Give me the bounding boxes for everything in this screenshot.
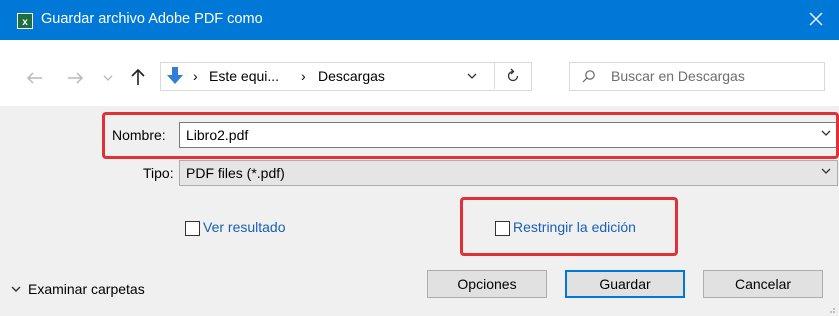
save-button-label: Guardar xyxy=(599,276,651,292)
refresh-button[interactable] xyxy=(494,62,531,89)
restrict-edit-checkbox[interactable] xyxy=(495,221,510,236)
file-type-value: PDF files (*.pdf) xyxy=(186,165,285,181)
chevron-down-icon[interactable] xyxy=(103,75,113,82)
chevron-down-icon[interactable] xyxy=(467,73,477,80)
options-button-label: Opciones xyxy=(457,276,517,292)
download-arrow-icon xyxy=(167,67,183,84)
search-placeholder: Buscar en Descargas xyxy=(611,68,745,84)
breadcrumb-downloads[interactable]: Descargas xyxy=(318,68,385,84)
file-type-select[interactable]: PDF files (*.pdf) xyxy=(179,160,838,186)
arrow-up-icon[interactable] xyxy=(131,68,145,86)
chevron-down-icon[interactable] xyxy=(821,168,831,175)
resize-grip-icon[interactable] xyxy=(826,304,836,314)
save-button[interactable]: Guardar xyxy=(565,270,685,298)
arrow-right-icon[interactable] xyxy=(66,72,84,84)
window-title: Guardar archivo Adobe PDF como xyxy=(41,11,263,27)
browse-folders-toggle[interactable]: Examinar carpetas xyxy=(28,281,145,297)
arrow-left-icon[interactable] xyxy=(26,72,44,84)
excel-icon: x xyxy=(17,13,33,29)
close-icon[interactable] xyxy=(803,6,829,32)
search-icon xyxy=(582,70,595,83)
refresh-icon xyxy=(507,68,519,82)
highlight-box-name xyxy=(102,112,839,159)
svg-text:x: x xyxy=(22,17,28,28)
address-bar[interactable]: › Este equi... › Descargas xyxy=(160,62,532,91)
restrict-edit-label[interactable]: Restringir la edición xyxy=(513,219,636,235)
file-type-label: Tipo: xyxy=(143,165,174,181)
path-separator-icon: › xyxy=(193,68,198,84)
view-result-checkbox[interactable] xyxy=(185,221,200,236)
search-input[interactable]: Buscar en Descargas xyxy=(569,62,825,91)
cancel-button[interactable]: Cancelar xyxy=(703,270,823,298)
path-separator-icon: › xyxy=(301,68,306,84)
cancel-button-label: Cancelar xyxy=(734,276,792,292)
chevron-down-icon[interactable] xyxy=(11,286,21,293)
breadcrumb-this-pc[interactable]: Este equi... xyxy=(209,68,279,84)
save-as-dialog: x Guardar archivo Adobe PDF como › Este … xyxy=(0,0,839,316)
title-bar: x Guardar archivo Adobe PDF como xyxy=(0,0,839,40)
view-result-label[interactable]: Ver resultado xyxy=(203,219,286,235)
options-button[interactable]: Opciones xyxy=(427,270,547,298)
